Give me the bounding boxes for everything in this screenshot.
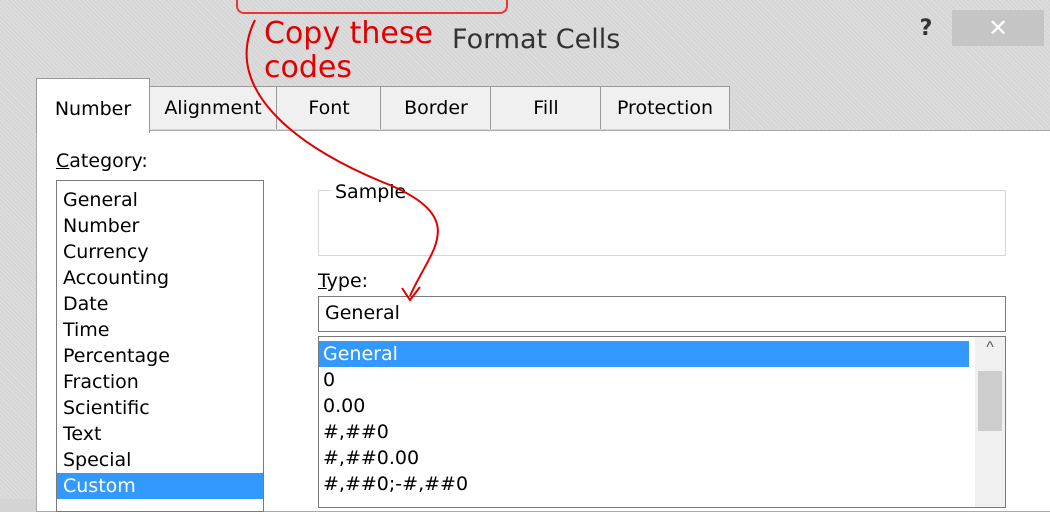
tab-alignment[interactable]: Alignment [148, 86, 278, 129]
category-item-time[interactable]: Time [57, 317, 263, 343]
type-item-0[interactable]: 0 [319, 367, 969, 393]
tab-border[interactable]: Border [380, 86, 492, 129]
type-label-mnemonic: T [318, 270, 327, 292]
type-item-general[interactable]: General [319, 341, 969, 367]
type-item-0-00[interactable]: 0.00 [319, 393, 969, 419]
tab-font[interactable]: Font [276, 86, 382, 129]
category-item-text[interactable]: Text [57, 421, 263, 447]
annotation-callout-box [236, 0, 508, 14]
category-item-custom[interactable]: Custom [57, 473, 263, 499]
category-label-mnemonic: C [56, 150, 70, 172]
type-item-thousands-decimals[interactable]: #,##0.00 [319, 445, 969, 471]
category-item-special[interactable]: Special [57, 447, 263, 473]
type-scrollbar[interactable]: ^ [975, 337, 1005, 507]
type-item-thousands[interactable]: #,##0 [319, 419, 969, 445]
help-button[interactable]: ? [912, 14, 940, 44]
category-label: Category: [56, 150, 148, 172]
category-item-accounting[interactable]: Accounting [57, 265, 263, 291]
type-input-value: General [325, 302, 400, 324]
close-button[interactable]: ✕ [952, 10, 1044, 46]
category-listbox[interactable]: ^ General Number Currency Accounting Dat… [56, 180, 264, 512]
category-item-general[interactable]: General [57, 187, 263, 213]
category-label-rest: ategory: [69, 150, 148, 172]
type-item-thousands-negative[interactable]: #,##0;-#,##0 [319, 471, 969, 497]
tab-protection[interactable]: Protection [600, 86, 730, 129]
format-cells-dialog: Copy these codes here Format Cells ? ✕ N… [0, 0, 1050, 512]
scroll-up-icon[interactable]: ^ [975, 339, 1005, 357]
tab-number[interactable]: Number [36, 78, 150, 133]
dialog-title: Format Cells [452, 24, 621, 55]
category-item-fraction[interactable]: Fraction [57, 369, 263, 395]
category-item-date[interactable]: Date [57, 291, 263, 317]
annotation-copy-text: Copy these [264, 16, 433, 51]
type-label: Type: [318, 270, 368, 292]
type-listbox[interactable]: General 0 0.00 #,##0 #,##0.00 #,##0;-#,#… [318, 336, 1006, 508]
annotation-codes-text: codes [264, 50, 352, 85]
category-item-currency[interactable]: Currency [57, 239, 263, 265]
scroll-thumb[interactable] [978, 371, 1002, 431]
category-item-number[interactable]: Number [57, 213, 263, 239]
type-input[interactable]: General [318, 296, 1006, 332]
sample-label: Sample [331, 181, 411, 203]
category-item-percentage[interactable]: Percentage [57, 343, 263, 369]
tab-fill[interactable]: Fill [490, 86, 602, 129]
category-item-scientific[interactable]: Scientific [57, 395, 263, 421]
sample-group: Sample [318, 181, 1006, 256]
type-label-rest: ype: [326, 270, 369, 292]
